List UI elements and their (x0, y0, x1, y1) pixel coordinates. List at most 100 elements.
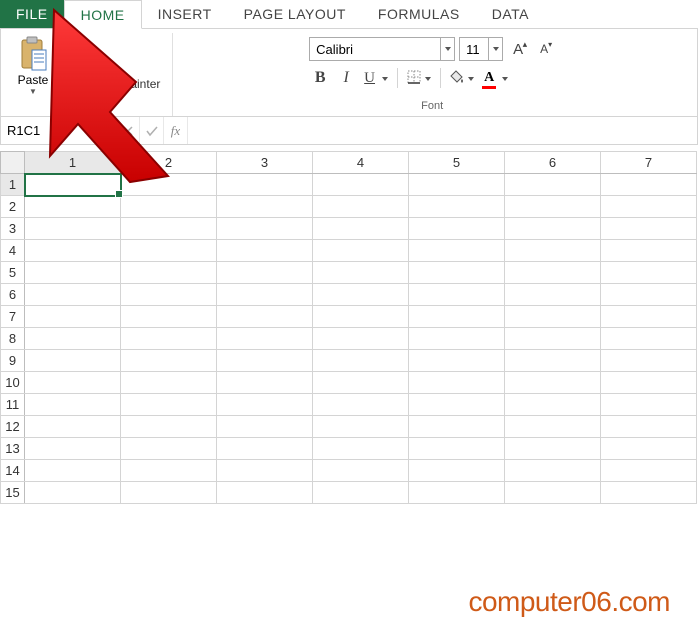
cell[interactable] (217, 438, 313, 460)
cell[interactable] (505, 306, 601, 328)
cell[interactable] (505, 240, 601, 262)
cell[interactable] (25, 306, 121, 328)
cell[interactable] (121, 240, 217, 262)
cell[interactable] (25, 372, 121, 394)
fill-color-button[interactable] (447, 67, 477, 89)
cell[interactable] (505, 262, 601, 284)
italic-button[interactable]: I (335, 67, 357, 89)
cell[interactable] (313, 394, 409, 416)
cell[interactable] (409, 306, 505, 328)
column-header[interactable]: 4 (313, 152, 409, 174)
cell[interactable] (313, 350, 409, 372)
cell[interactable] (505, 196, 601, 218)
cell[interactable] (601, 350, 697, 372)
row-header[interactable]: 10 (1, 372, 25, 394)
cell[interactable] (313, 328, 409, 350)
cell[interactable] (505, 416, 601, 438)
column-header[interactable]: 2 (121, 152, 217, 174)
cell[interactable] (25, 350, 121, 372)
row-header[interactable]: 12 (1, 416, 25, 438)
cell[interactable] (217, 240, 313, 262)
cell[interactable] (121, 372, 217, 394)
cell[interactable] (601, 372, 697, 394)
cell[interactable] (409, 416, 505, 438)
cell[interactable] (217, 394, 313, 416)
insert-function-button[interactable]: fx (164, 117, 188, 144)
cell[interactable] (409, 196, 505, 218)
cell[interactable] (121, 438, 217, 460)
cell[interactable] (313, 240, 409, 262)
cell[interactable] (121, 416, 217, 438)
cell[interactable] (121, 196, 217, 218)
cell[interactable] (313, 218, 409, 240)
cell[interactable] (217, 328, 313, 350)
row-header[interactable]: 5 (1, 262, 25, 284)
cell[interactable] (121, 460, 217, 482)
cell[interactable] (409, 328, 505, 350)
tab-data[interactable]: DATA (476, 0, 545, 28)
column-header[interactable]: 7 (601, 152, 697, 174)
cell[interactable] (601, 394, 697, 416)
row-header[interactable]: 3 (1, 218, 25, 240)
cell[interactable] (217, 218, 313, 240)
cell[interactable] (25, 240, 121, 262)
font-color-button[interactable]: A (481, 67, 511, 89)
tab-formulas[interactable]: FORMULAS (362, 0, 476, 28)
cell[interactable] (313, 284, 409, 306)
cell[interactable] (25, 328, 121, 350)
cell[interactable] (25, 394, 121, 416)
cell[interactable] (121, 350, 217, 372)
cell[interactable] (409, 240, 505, 262)
column-header[interactable]: 6 (505, 152, 601, 174)
font-name-dropdown[interactable] (440, 38, 454, 60)
cell[interactable] (409, 438, 505, 460)
cell[interactable] (601, 460, 697, 482)
cell[interactable] (409, 460, 505, 482)
cell[interactable] (505, 174, 601, 196)
row-header[interactable]: 8 (1, 328, 25, 350)
font-name-combo[interactable] (309, 37, 455, 61)
cell[interactable] (217, 372, 313, 394)
cell[interactable] (121, 284, 217, 306)
row-header[interactable]: 15 (1, 482, 25, 504)
cell[interactable] (217, 306, 313, 328)
column-header[interactable]: 3 (217, 152, 313, 174)
cell[interactable] (505, 218, 601, 240)
bold-button[interactable]: B (309, 67, 331, 89)
name-box[interactable] (1, 117, 108, 144)
formula-input[interactable] (188, 117, 697, 144)
cell[interactable] (601, 262, 697, 284)
cell[interactable] (25, 460, 121, 482)
row-header[interactable]: 14 (1, 460, 25, 482)
row-header[interactable]: 6 (1, 284, 25, 306)
cell[interactable] (217, 174, 313, 196)
cell[interactable] (505, 394, 601, 416)
cell[interactable] (409, 350, 505, 372)
cell[interactable] (313, 438, 409, 460)
row-header[interactable]: 1 (1, 174, 25, 196)
tab-home[interactable]: HOME (64, 0, 142, 29)
cell[interactable] (25, 482, 121, 504)
cell[interactable] (25, 196, 121, 218)
cell[interactable] (601, 218, 697, 240)
cell[interactable] (601, 482, 697, 504)
cell[interactable] (121, 262, 217, 284)
cell[interactable] (217, 416, 313, 438)
underline-button[interactable]: U (361, 67, 391, 89)
cell[interactable] (601, 196, 697, 218)
cell[interactable] (121, 328, 217, 350)
tab-page-layout[interactable]: PAGE LAYOUT (228, 0, 362, 28)
cell[interactable] (217, 284, 313, 306)
cell[interactable] (217, 262, 313, 284)
cell[interactable] (601, 306, 697, 328)
row-header[interactable]: 7 (1, 306, 25, 328)
row-header[interactable]: 2 (1, 196, 25, 218)
borders-button[interactable] (404, 67, 434, 89)
cell[interactable] (217, 196, 313, 218)
cell[interactable] (25, 284, 121, 306)
cell[interactable] (25, 416, 121, 438)
copy-button[interactable]: Copy (57, 55, 164, 73)
row-header[interactable]: 4 (1, 240, 25, 262)
cell[interactable] (121, 306, 217, 328)
cell[interactable] (313, 482, 409, 504)
